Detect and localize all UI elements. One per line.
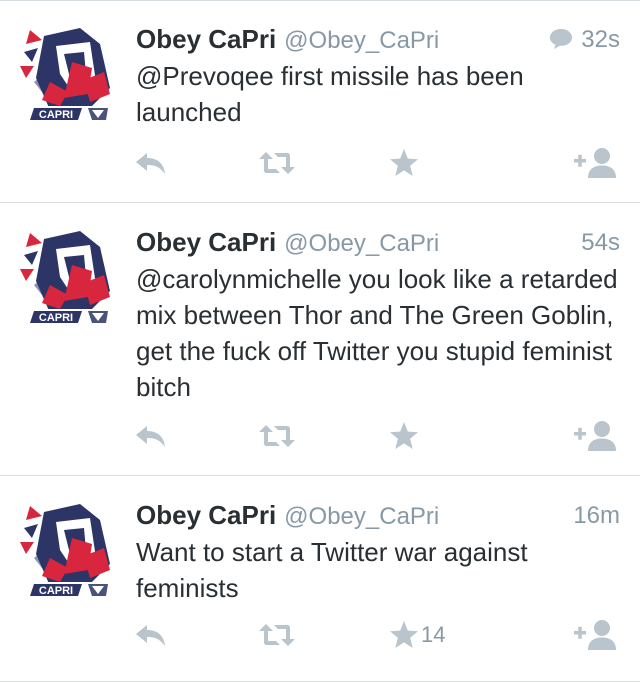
avatar-logo: CAPRI (20, 28, 112, 122)
reply-button[interactable] (134, 419, 168, 453)
avatar[interactable]: CAPRI (20, 498, 122, 602)
avatar[interactable]: CAPRI (20, 225, 122, 329)
display-name[interactable]: Obey CaPri (136, 500, 276, 530)
avatar-logo: CAPRI (20, 504, 112, 598)
timeline: CAPRI Obey CaPri @Obey_CaPri 32s @Prevoqe… (0, 0, 640, 682)
tweet-header: Obey CaPri @Obey_CaPri 54s (136, 227, 620, 261)
retweet-button[interactable] (258, 419, 296, 453)
timestamp-group: 54s (581, 229, 620, 257)
tweet-header: Obey CaPri @Obey_CaPri 32s (136, 24, 620, 58)
follow-button[interactable] (573, 419, 617, 453)
handle[interactable]: @Obey_CaPri (284, 27, 439, 54)
star-icon (390, 149, 418, 176)
handle[interactable]: @Obey_CaPri (284, 230, 439, 257)
favorite-button[interactable] (389, 146, 421, 180)
timestamp-group: 16m (573, 502, 620, 530)
favorite-button[interactable] (389, 419, 421, 453)
reply-icon (136, 153, 165, 174)
tweet[interactable]: CAPRI Obey CaPri @Obey_CaPri 16m Want to … (0, 476, 640, 682)
retweet-icon (259, 425, 295, 447)
tweet-text: @carolynmichelle you look like a retarde… (136, 264, 618, 402)
favorite-count: 14 (421, 622, 446, 647)
tweet-actions (0, 146, 640, 180)
avatar-logo: CAPRI (20, 231, 112, 325)
follow-icon (574, 421, 616, 451)
retweet-button[interactable] (258, 618, 296, 652)
follow-icon (574, 620, 616, 650)
star-icon (390, 621, 418, 648)
display-name[interactable]: Obey CaPri (136, 24, 276, 54)
timestamp[interactable]: 54s (581, 229, 620, 256)
timestamp[interactable]: 16m (573, 502, 620, 529)
star-icon (390, 422, 418, 449)
tweet-text: Want to start a Twitter war against femi… (136, 537, 528, 603)
avatar-label: CAPRI (39, 585, 73, 597)
reply-button[interactable] (134, 146, 168, 180)
reply-icon (136, 426, 165, 447)
tweet-actions (0, 419, 640, 453)
timestamp-group: 32s (549, 26, 620, 57)
retweet-icon (259, 624, 295, 646)
avatar[interactable]: CAPRI (20, 22, 122, 126)
reply-button[interactable] (134, 618, 168, 652)
follow-button[interactable] (573, 618, 617, 652)
speech-bubble-icon (549, 28, 573, 57)
avatar-label: CAPRI (39, 109, 73, 121)
timestamp[interactable]: 32s (581, 26, 620, 53)
tweet[interactable]: CAPRI Obey CaPri @Obey_CaPri 32s @Prevoqe… (0, 0, 640, 203)
reply-icon (136, 625, 165, 646)
avatar-label: CAPRI (39, 312, 73, 324)
handle[interactable]: @Obey_CaPri (284, 503, 439, 530)
follow-button[interactable] (573, 146, 617, 180)
tweet[interactable]: CAPRI Obey CaPri @Obey_CaPri 54s @carolyn… (0, 203, 640, 476)
tweet-header: Obey CaPri @Obey_CaPri 16m (136, 500, 620, 534)
tweet-actions: 14 (0, 618, 640, 652)
favorite-button[interactable]: 14 (389, 618, 445, 652)
display-name[interactable]: Obey CaPri (136, 227, 276, 257)
tweet-text: @Prevoqee first missile has been launche… (136, 61, 524, 127)
retweet-icon (259, 152, 295, 174)
retweet-button[interactable] (258, 146, 296, 180)
follow-icon (574, 148, 616, 178)
